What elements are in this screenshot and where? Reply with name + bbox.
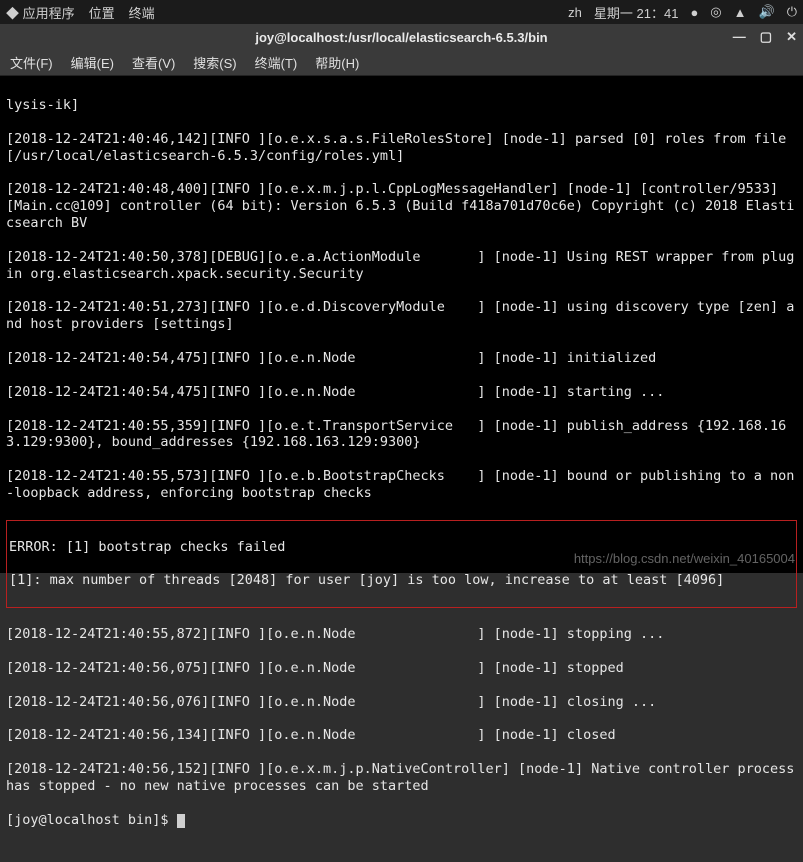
menu-bar: 文件(F) 编辑(E) 查看(V) 搜索(S) 终端(T) 帮助(H) <box>0 50 803 76</box>
menu-file[interactable]: 文件(F) <box>10 53 53 72</box>
ime-indicator[interactable]: zh <box>568 5 582 20</box>
volume-icon[interactable]: 🔊 <box>759 4 775 20</box>
top-panel: ◆ 应用程序 位置 终端 zh 星期一 21：41 ● ◎ ▲ 🔊 ⏻ <box>0 0 803 24</box>
menu-help[interactable]: 帮助(H) <box>315 53 359 72</box>
window-title: joy@localhost:/usr/local/elasticsearch-6… <box>255 30 547 45</box>
log-line: [2018-12-24T21:40:46,142][INFO ][o.e.x.s… <box>6 131 797 165</box>
log-line: [2018-12-24T21:40:50,378][DEBUG][o.e.a.A… <box>6 249 797 283</box>
clock[interactable]: 星期一 21：41 <box>594 3 679 22</box>
log-line: lysis-ik] <box>6 97 797 114</box>
window-titlebar[interactable]: joy@localhost:/usr/local/elasticsearch-6… <box>0 24 803 50</box>
panel-app-terminal[interactable]: 终端 <box>129 3 155 22</box>
panel-menu-apps[interactable]: ◆ 应用程序 <box>6 3 75 22</box>
menu-view[interactable]: 查看(V) <box>132 53 175 72</box>
log-line: [2018-12-24T21:40:56,076][INFO ][o.e.n.N… <box>6 694 797 711</box>
error-line: [1]: max number of threads [2048] for us… <box>9 572 794 589</box>
log-line: [2018-12-24T21:40:48,400][INFO ][o.e.x.m… <box>6 181 797 232</box>
maximize-button[interactable]: ▢ <box>760 29 772 45</box>
record-icon[interactable]: ● <box>690 5 698 20</box>
cursor <box>177 814 185 828</box>
minimize-button[interactable]: — <box>733 29 746 45</box>
log-line: [2018-12-24T21:40:56,152][INFO ][o.e.x.m… <box>6 761 797 795</box>
menu-edit[interactable]: 编辑(E) <box>71 53 114 72</box>
log-line: [2018-12-24T21:40:56,075][INFO ][o.e.n.N… <box>6 660 797 677</box>
panel-menu-places[interactable]: 位置 <box>89 3 115 22</box>
log-line: [2018-12-24T21:40:51,273][INFO ][o.e.d.D… <box>6 299 797 333</box>
terminal-output[interactable]: lysis-ik] [2018-12-24T21:40:46,142][INFO… <box>0 76 803 573</box>
close-button[interactable]: ✕ <box>786 29 797 45</box>
watermark: https://blog.csdn.net/weixin_40165004 <box>574 551 795 567</box>
accessibility-icon[interactable]: ◎ <box>710 4 721 20</box>
log-line: [2018-12-24T21:40:55,359][INFO ][o.e.t.T… <box>6 418 797 452</box>
network-icon[interactable]: ▲ <box>734 5 747 20</box>
log-line: [2018-12-24T21:40:55,573][INFO ][o.e.b.B… <box>6 468 797 502</box>
menu-search[interactable]: 搜索(S) <box>193 53 236 72</box>
log-line: [2018-12-24T21:40:56,134][INFO ][o.e.n.N… <box>6 727 797 744</box>
log-line: [2018-12-24T21:40:54,475][INFO ][o.e.n.N… <box>6 350 797 367</box>
power-icon[interactable]: ⏻ <box>787 4 797 20</box>
log-line: [2018-12-24T21:40:54,475][INFO ][o.e.n.N… <box>6 384 797 401</box>
menu-terminal[interactable]: 终端(T) <box>255 53 298 72</box>
prompt-line: [joy@localhost bin]$ <box>6 812 797 829</box>
log-line: [2018-12-24T21:40:55,872][INFO ][o.e.n.N… <box>6 626 797 643</box>
